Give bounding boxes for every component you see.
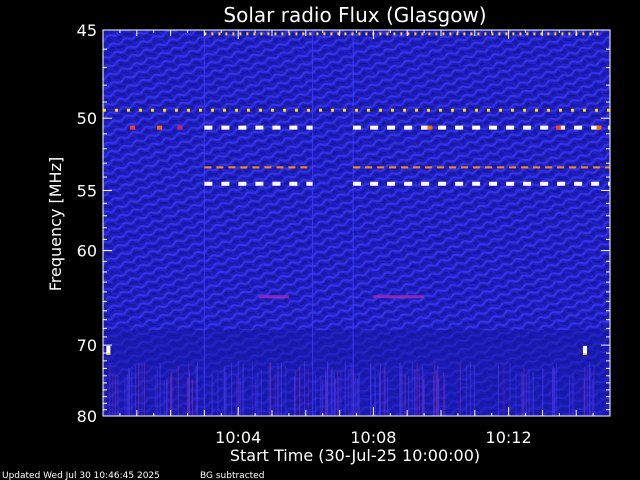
updated-timestamp: Updated Wed Jul 30 10:46:45 2025 [2, 471, 160, 480]
interference-speck [427, 125, 433, 130]
background-note: BG subtracted [200, 471, 264, 480]
plot-area [103, 30, 610, 416]
x-tick-label: 10:04 [215, 428, 261, 447]
x-axis-label: Start Time (30-Jul-25 10:00:00) [230, 446, 480, 465]
interference-speck [555, 125, 561, 130]
emission-band [373, 295, 425, 299]
y-tick-label: 80 [77, 407, 97, 426]
bright-spot [582, 345, 587, 354]
x-tick-label: 10:12 [486, 428, 532, 447]
interference-speck [157, 125, 163, 130]
interference-speck [130, 125, 136, 130]
y-tick-label: 45 [77, 21, 97, 40]
y-axis-label: Frequency [MHz] [46, 157, 65, 291]
bright-spot-edge [582, 352, 587, 355]
emission-band [258, 295, 289, 299]
interference-speck [596, 125, 602, 130]
chart-title: Solar radio Flux (Glasgow) [223, 3, 486, 27]
y-tick-label: 50 [77, 109, 97, 128]
y-tick-label: 55 [77, 181, 97, 200]
spectrogram-chart: Solar radio Flux (Glasgow) 455055607080 … [2, 3, 611, 480]
interference-speck [177, 125, 183, 130]
y-tick-label: 70 [77, 336, 97, 355]
y-tick-label: 60 [77, 242, 97, 261]
x-tick-label: 10:08 [350, 428, 396, 447]
